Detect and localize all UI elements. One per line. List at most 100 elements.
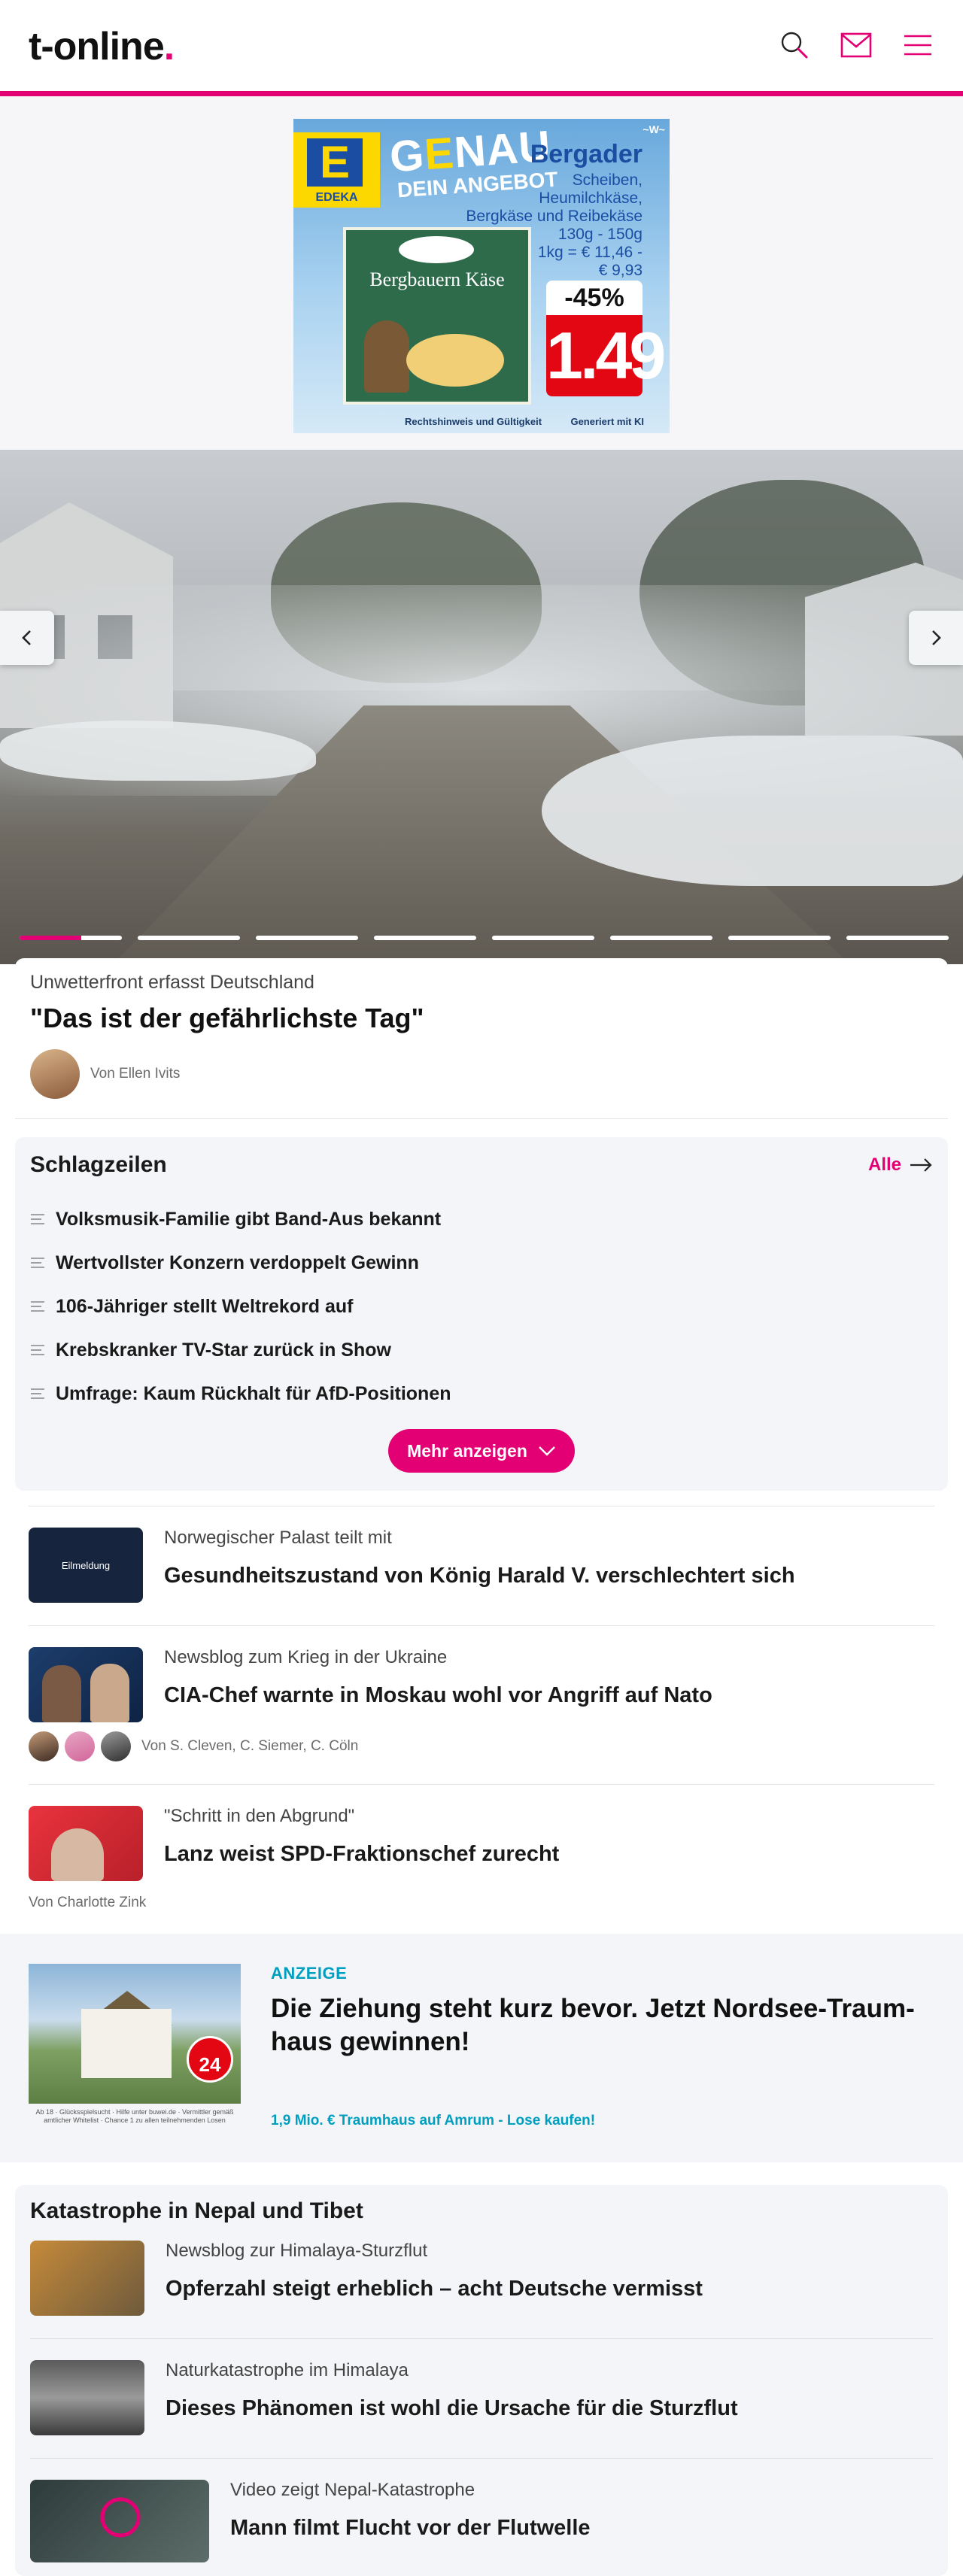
headline-text: Umfrage: Kaum Rückhalt für AfD-Positione… xyxy=(56,1382,451,1404)
topic-article[interactable]: Newsblog zur Himalaya-Sturzflut Opferzah… xyxy=(30,2224,933,2339)
video-play-icon xyxy=(100,2497,141,2538)
menu-icon[interactable] xyxy=(901,29,934,62)
headlines-panel: Schlagzeilen Alle Volksmusik-Familie gib… xyxy=(15,1137,948,1491)
logo-text: t-online xyxy=(29,25,165,68)
teaser-title[interactable]: Lanz weist SPD-Fraktionschef zurecht xyxy=(164,1840,559,1868)
ad-price: 1.49 xyxy=(546,315,666,396)
teaser-kicker: Newsblog zum Krieg in der Ukraine xyxy=(164,1647,448,1667)
author-name: Von Ellen Ivits xyxy=(90,1066,181,1082)
slider-dot[interactable] xyxy=(138,936,240,940)
header-icons xyxy=(778,29,934,62)
breaking-news-thumb: Eilmeldung xyxy=(29,1528,143,1603)
ad-ki-note: Generiert mit KI xyxy=(570,416,644,427)
lotto24-badge: 24 xyxy=(187,2036,233,2083)
logo-dot: . xyxy=(163,25,175,68)
teaser-title[interactable]: CIA-Chef warnte in Moskau wohl vor Angri… xyxy=(164,1682,712,1709)
headline-text: 106-Jähriger stellt Weltrekord auf xyxy=(56,1295,354,1317)
nepal-topic-panel: Katastrophe in Nepal und Tibet Newsblog … xyxy=(15,2185,948,2576)
ad-small-print: Ab 18 · Glücksspielsucht · Hilfe unter b… xyxy=(35,2108,234,2124)
chevron-down-icon xyxy=(539,1446,555,1456)
hero-author: Von Ellen Ivits xyxy=(30,1049,933,1099)
slider-dot[interactable] xyxy=(256,936,358,940)
pack-logo xyxy=(399,236,474,263)
lotto-ad[interactable]: 24 Ab 18 · Glücksspielsucht · Hilfe unte… xyxy=(0,1934,963,2162)
slider-dot[interactable] xyxy=(20,936,122,940)
topic-thumb xyxy=(30,2360,144,2435)
edeka-word: EDEKA xyxy=(315,191,358,204)
headline-item[interactable]: Umfrage: Kaum Rückhalt für AfD-Positione… xyxy=(30,1372,933,1415)
topic-article[interactable]: Video zeigt Nepal-Katastrophe Mann filmt… xyxy=(30,2459,933,2576)
arrow-right-icon xyxy=(910,1158,932,1172)
teaser-kicker: "Schritt in den Abgrund" xyxy=(164,1806,355,1826)
text-lines-icon xyxy=(31,1301,44,1312)
chevron-left-icon xyxy=(22,630,31,645)
teaser-byline: Von S. Cleven, C. Siemer, C. Cöln xyxy=(29,1731,934,1761)
text-lines-icon xyxy=(31,1388,44,1399)
search-icon[interactable] xyxy=(778,29,811,62)
teaser-article[interactable]: "Schritt in den Abgrund" Lanz weist SPD-… xyxy=(29,1784,934,1934)
hero-article[interactable]: Unwetterfront erfasst Deutschland "Das i… xyxy=(15,958,948,1119)
author-avatar xyxy=(29,1731,59,1761)
ad-zone: E EDEKA GENAU DEIN ANGEBOT ~W~ Bergader … xyxy=(0,96,963,450)
topic-article[interactable]: Naturkatastrophe im Himalaya Dieses Phän… xyxy=(30,2339,933,2459)
teaser-kicker: Norwegischer Palast teilt mit xyxy=(164,1528,392,1548)
ad-label: ANZEIGE xyxy=(271,1964,348,1983)
headline-text: Volksmusik-Familie gibt Band-Aus bekannt xyxy=(56,1208,442,1230)
teaser-thumb xyxy=(29,1647,143,1722)
byline-text: Von Charlotte Zink xyxy=(29,1895,147,1910)
hero-headline[interactable]: "Das ist der gefährlichste Tag" xyxy=(30,1003,933,1034)
byline-text: Von S. Cleven, C. Siemer, C. Cöln xyxy=(141,1738,359,1754)
headline-item[interactable]: Krebskranker TV-Star zurück in Show xyxy=(30,1328,933,1372)
headlines-title: Schlagzeilen xyxy=(30,1152,167,1177)
author-avatar xyxy=(65,1731,95,1761)
slider-dot[interactable] xyxy=(374,936,476,940)
ad-w-mark: ~W~ xyxy=(643,123,665,135)
ad-legal-link[interactable]: Rechtshinweis und Gültigkeit xyxy=(405,416,542,427)
t-online-logo[interactable]: t-online. xyxy=(29,24,175,69)
text-lines-icon xyxy=(31,1345,44,1355)
cheese-package-image: Bergbauern Käse xyxy=(343,227,531,405)
edeka-logo: E EDEKA xyxy=(293,132,380,208)
headline-item[interactable]: 106-Jähriger stellt Weltrekord auf xyxy=(30,1285,933,1328)
edeka-ad-banner[interactable]: E EDEKA GENAU DEIN ANGEBOT ~W~ Bergader … xyxy=(293,119,670,433)
teaser-thumb xyxy=(29,1806,143,1881)
text-lines-icon xyxy=(31,1214,44,1224)
headline-item[interactable]: Volksmusik-Familie gibt Band-Aus bekannt xyxy=(30,1197,933,1241)
ad-discount: -45% xyxy=(546,281,643,315)
show-more-button[interactable]: Mehr anzeigen xyxy=(388,1429,575,1473)
slider-dot[interactable] xyxy=(610,936,712,940)
teaser-article[interactable]: Eilmeldung Norwegischer Palast teilt mit… xyxy=(29,1506,934,1625)
ad-cta-link[interactable]: 1,9 Mio. € Traumhaus auf Amrum - Lose ka… xyxy=(271,2113,934,2129)
teaser-byline: Von Charlotte Zink xyxy=(29,1895,934,1911)
pack-name: Bergbauern Käse xyxy=(369,269,505,290)
headlines-all-link[interactable]: Alle xyxy=(868,1154,933,1176)
slider-next-button[interactable] xyxy=(909,611,963,665)
ad-brand: Bergader xyxy=(530,140,643,168)
topic-title: Katastrophe in Nepal und Tibet xyxy=(30,2198,363,2223)
slider-dot-progress xyxy=(20,936,81,940)
chevron-right-icon xyxy=(932,630,941,645)
hero-hail xyxy=(542,736,963,886)
ad-house-image: 24 Ab 18 · Glücksspielsucht · Hilfe unte… xyxy=(29,1964,241,2124)
topic-thumb xyxy=(30,2241,144,2316)
site-header: t-online. xyxy=(0,0,963,96)
slider-dot[interactable] xyxy=(492,936,594,940)
ad-title[interactable]: Die Ziehung steht kurz bevor. Jetzt Nord… xyxy=(271,1992,934,2059)
headline-item[interactable]: Wertvollster Konzern verdoppelt Gewinn xyxy=(30,1241,933,1285)
slider-dots xyxy=(20,936,949,940)
video-thumb xyxy=(30,2480,209,2562)
headlines-list: Volksmusik-Familie gibt Band-Aus bekannt… xyxy=(30,1197,933,1415)
teaser-article[interactable]: Newsblog zum Krieg in der Ukraine CIA-Ch… xyxy=(29,1625,934,1784)
teaser-title[interactable]: Gesundheitszustand von König Harald V. v… xyxy=(164,1562,795,1589)
text-lines-icon xyxy=(31,1258,44,1268)
hero-slider[interactable] xyxy=(0,450,963,964)
hero-kicker: Unwetterfront erfasst Deutschland xyxy=(30,972,314,993)
slider-dot[interactable] xyxy=(846,936,949,940)
slider-dot[interactable] xyxy=(728,936,831,940)
author-avatar xyxy=(30,1049,80,1099)
headline-text: Wertvollster Konzern verdoppelt Gewinn xyxy=(56,1252,419,1273)
author-avatar xyxy=(101,1731,131,1761)
mail-icon[interactable] xyxy=(840,29,873,62)
headline-text: Krebskranker TV-Star zurück in Show xyxy=(56,1339,391,1361)
slider-prev-button[interactable] xyxy=(0,611,54,665)
